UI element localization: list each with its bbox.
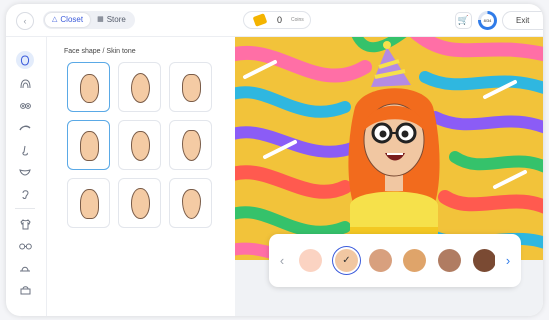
face-shape-option-diamond[interactable] <box>169 120 212 170</box>
sidebar-item-nose[interactable] <box>16 141 34 159</box>
glasses-icon <box>18 243 32 250</box>
collapse-sidebar-button[interactable]: ‹ <box>16 12 34 30</box>
progress-ring: 8/34 <box>478 11 497 30</box>
hanger-icon: △ <box>52 16 58 23</box>
skin-tone-selector: ‹ ✓ › <box>269 234 521 287</box>
skin-tone-swatch-4[interactable] <box>403 249 426 272</box>
sidebar-item-clothing[interactable] <box>16 215 34 233</box>
face-shape-option-heart[interactable] <box>118 120 161 170</box>
face-shape-preview <box>80 189 99 219</box>
face-icon <box>20 55 30 66</box>
sidebar-item-accessories[interactable] <box>16 281 34 299</box>
face-shape-preview <box>80 131 99 161</box>
chevron-right-icon: › <box>505 253 511 268</box>
face-shape-option-round[interactable] <box>67 62 110 112</box>
coin-icon <box>252 13 268 27</box>
mouth-icon <box>19 169 31 176</box>
chevron-left-icon: ‹ <box>23 16 27 26</box>
face-shape-preview <box>80 74 99 103</box>
category-sidebar <box>6 37 47 316</box>
sidebar-item-glasses[interactable] <box>16 237 34 255</box>
sidebar-divider <box>15 208 35 209</box>
face-shape-option-egg[interactable] <box>169 178 212 228</box>
eye-icon <box>19 103 31 109</box>
tab-closet-label: Closet <box>60 15 84 24</box>
skin-tone-swatch-1[interactable] <box>299 249 322 272</box>
skin-tone-next-button[interactable]: › <box>495 234 521 287</box>
face-shape-option-soft-square[interactable] <box>169 62 212 112</box>
sidebar-item-ears[interactable] <box>16 185 34 203</box>
sidebar-item-face-shape[interactable] <box>16 51 34 69</box>
coin-count: 0 <box>277 15 283 25</box>
sidebar-item-hats[interactable] <box>16 259 34 277</box>
sidebar-item-eyes[interactable] <box>16 97 34 115</box>
skin-tone-swatch-6[interactable] <box>473 249 496 272</box>
skin-tone-swatch-2[interactable]: ✓ <box>335 249 358 272</box>
tab-store-label: Store <box>106 15 126 24</box>
face-shape-option-oblong[interactable] <box>67 120 110 170</box>
bag-icon <box>20 286 30 295</box>
eyebrow-icon <box>19 125 31 131</box>
ear-icon <box>22 190 29 199</box>
face-shape-preview <box>131 73 150 103</box>
face-shape-preview <box>182 189 201 219</box>
face-shape-option-pear[interactable] <box>67 178 110 228</box>
app-window: ‹ △ Closet ▦ Store 0 Coins 🛒 8/34 Exit F… <box>6 4 543 316</box>
exit-button[interactable]: Exit <box>502 11 543 30</box>
avatar-preview <box>235 37 543 260</box>
face-shape-preview <box>131 188 150 219</box>
coin-unit: Coins <box>291 17 304 23</box>
progress-label: 8/34 <box>481 14 494 27</box>
face-shape-option-long[interactable] <box>118 178 161 228</box>
sidebar-item-eyebrows[interactable] <box>16 119 34 137</box>
avatar-scene <box>235 37 543 260</box>
cart-icon: 🛒 <box>457 15 470 25</box>
coin-balance: 0 Coins <box>243 11 311 29</box>
cart-button[interactable]: 🛒 <box>455 12 472 29</box>
hat-icon <box>20 266 30 272</box>
face-shape-option-oval[interactable] <box>118 62 161 112</box>
top-bar: ‹ △ Closet ▦ Store 0 Coins 🛒 8/34 Exit <box>6 4 543 37</box>
check-icon: ✓ <box>342 255 351 266</box>
section-title: Face shape / Skin tone <box>64 48 136 55</box>
sidebar-item-mouth[interactable] <box>16 163 34 181</box>
skin-tone-prev-button[interactable]: ‹ <box>269 234 295 287</box>
skin-tone-swatch-5[interactable] <box>438 249 461 272</box>
shirt-icon <box>19 219 31 230</box>
face-shape-preview <box>182 74 201 102</box>
skin-tone-swatch-3[interactable] <box>369 249 392 272</box>
nose-icon <box>21 145 28 156</box>
face-shape-preview <box>182 130 201 161</box>
sidebar-item-hair[interactable] <box>16 75 34 93</box>
tab-closet[interactable]: △ Closet <box>45 13 91 27</box>
hair-icon <box>20 79 30 89</box>
face-shape-preview <box>131 131 150 161</box>
store-icon: ▦ <box>97 16 104 23</box>
tab-store[interactable]: ▦ Store <box>90 13 133 27</box>
closet-store-tabs: △ Closet ▦ Store <box>43 11 135 29</box>
chevron-left-icon: ‹ <box>279 253 285 268</box>
